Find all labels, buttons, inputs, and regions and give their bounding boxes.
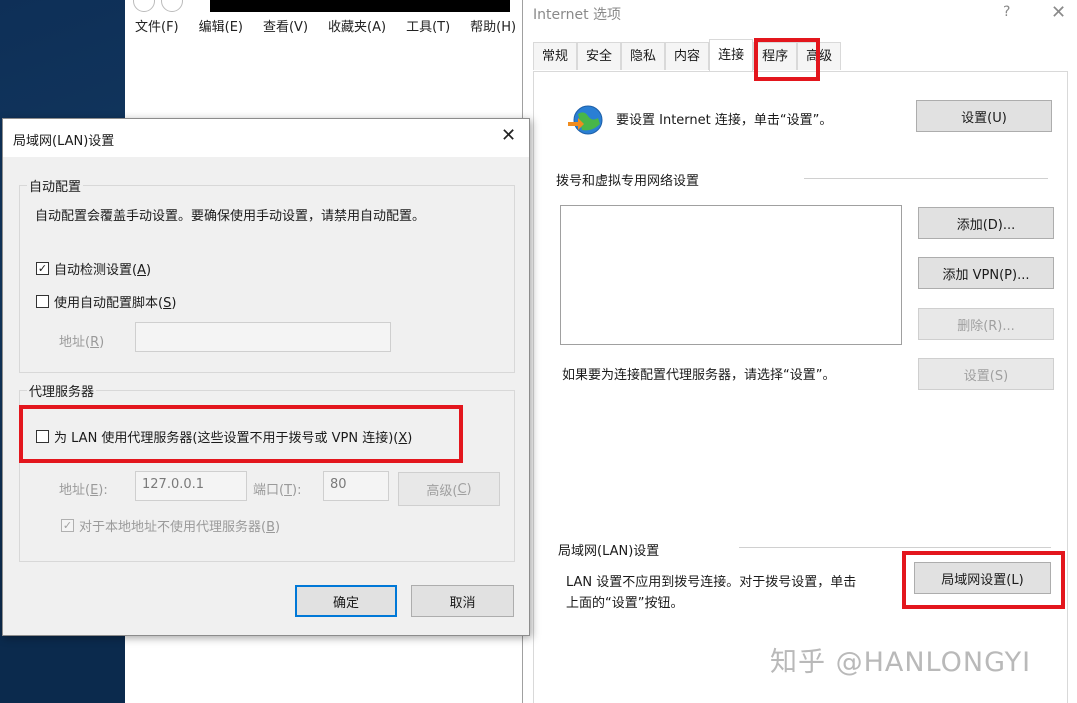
browser-nav: [133, 0, 213, 12]
auto-config-description: 自动配置会覆盖手动设置。要确保使用手动设置，请禁用自动配置。: [35, 209, 426, 224]
tab-connections[interactable]: 连接: [709, 39, 754, 71]
menu-tools[interactable]: 工具(T): [396, 12, 460, 40]
tab-security[interactable]: 安全: [577, 42, 622, 70]
lan-settings-dialog: 局域网(LAN)设置 ✕ 自动配置 自动配置会覆盖手动设置。要确保使用手动设置，…: [2, 118, 530, 636]
proxy-port-label: 端口(T):: [253, 483, 302, 498]
auto-detect-label[interactable]: 自动检测设置(A): [54, 259, 151, 278]
watermark: 知乎 @HANLONGYI: [770, 647, 1032, 678]
lan-header: 局域网(LAN)设置: [558, 544, 660, 559]
remove-button: 删除(R)...: [918, 308, 1054, 340]
tab-general[interactable]: 常规: [533, 42, 578, 70]
bypass-local-label: 对于本地地址不使用代理服务器(B): [79, 520, 281, 535]
dialup-header: 拨号和虚拟专用网络设置: [556, 174, 700, 189]
cancel-button[interactable]: 取消: [411, 585, 514, 617]
use-proxy-checkbox[interactable]: [36, 430, 49, 443]
ok-button[interactable]: 确定: [295, 585, 397, 617]
dialog-close-icon[interactable]: ✕: [501, 125, 516, 146]
script-address-label: 地址(R): [59, 335, 105, 350]
lan-separator: [739, 547, 1051, 548]
lan-settings-button[interactable]: 局域网设置(L): [914, 562, 1051, 594]
help-icon[interactable]: ?: [1003, 4, 1010, 20]
proxy-advanced-button: 高级(C): [398, 472, 500, 506]
tab-strip: 常规 安全 隐私 内容 连接 程序 高级: [533, 39, 842, 72]
checkmark-icon: ✓: [37, 262, 48, 275]
redacted-address-bar: [210, 0, 510, 12]
close-icon[interactable]: ✕: [1051, 2, 1066, 23]
auto-config-legend: 自动配置: [27, 176, 84, 195]
dialog-title: 局域网(LAN)设置: [13, 134, 115, 149]
proxy-hint-text: 如果要为连接配置代理服务器，请选择“设置”。: [562, 368, 836, 383]
tab-programs[interactable]: 程序: [753, 42, 798, 70]
back-circle-icon[interactable]: [133, 0, 155, 12]
dialup-connections-list[interactable]: [560, 205, 902, 345]
use-proxy-label[interactable]: 为 LAN 使用代理服务器(这些设置不用于拨号或 VPN 连接)(X): [54, 427, 412, 446]
window-title: Internet 选项: [533, 7, 622, 23]
globe-icon: [568, 105, 603, 135]
browser-menubar: 文件(F) 编辑(E) 查看(V) 收藏夹(A) 工具(T) 帮助(H): [125, 12, 526, 40]
auto-script-checkbox[interactable]: [36, 295, 49, 308]
lan-info-line2: 上面的“设置”按钮。: [566, 596, 684, 611]
lan-info-line1: LAN 设置不应用到拨号连接。对于拨号设置，单击: [566, 575, 857, 590]
menu-file[interactable]: 文件(F): [125, 12, 189, 40]
add-vpn-button[interactable]: 添加 VPN(P)...: [918, 257, 1054, 289]
proxy-address-label: 地址(E):: [59, 483, 108, 498]
forward-circle-icon[interactable]: [161, 0, 183, 12]
setup-text: 要设置 Internet 连接，单击“设置”。: [616, 113, 833, 128]
tab-advanced[interactable]: 高级: [797, 42, 842, 70]
auto-detect-checkbox[interactable]: ✓: [36, 262, 49, 275]
connections-tab-panel: 要设置 Internet 连接，单击“设置”。 设置(U) 拨号和虚拟专用网络设…: [533, 71, 1068, 703]
setup-button[interactable]: 设置(U): [916, 100, 1052, 132]
dialog-titlebar: 局域网(LAN)设置 ✕: [3, 119, 529, 157]
dialup-separator: [804, 178, 1048, 179]
proxy-server-legend: 代理服务器: [27, 381, 97, 400]
script-address-input: [135, 322, 391, 352]
auto-script-label[interactable]: 使用自动配置脚本(S): [54, 292, 176, 311]
proxy-port-input: 80: [323, 471, 389, 501]
menu-edit[interactable]: 编辑(E): [189, 12, 253, 40]
add-button[interactable]: 添加(D)...: [918, 207, 1054, 239]
checkmark-icon: ✓: [62, 519, 73, 532]
tab-content[interactable]: 内容: [665, 42, 710, 70]
menu-favorites[interactable]: 收藏夹(A): [318, 12, 396, 40]
connection-settings-button: 设置(S): [918, 358, 1054, 390]
proxy-address-input: 127.0.0.1: [135, 471, 247, 501]
menu-help[interactable]: 帮助(H): [460, 12, 526, 40]
tab-privacy[interactable]: 隐私: [621, 42, 666, 70]
menu-view[interactable]: 查看(V): [253, 12, 318, 40]
internet-options-window: Internet 选项 ? ✕ 常规 安全 隐私 内容 连接 程序 高级 要设置…: [522, 0, 1077, 703]
bypass-local-checkbox: ✓: [61, 519, 74, 532]
